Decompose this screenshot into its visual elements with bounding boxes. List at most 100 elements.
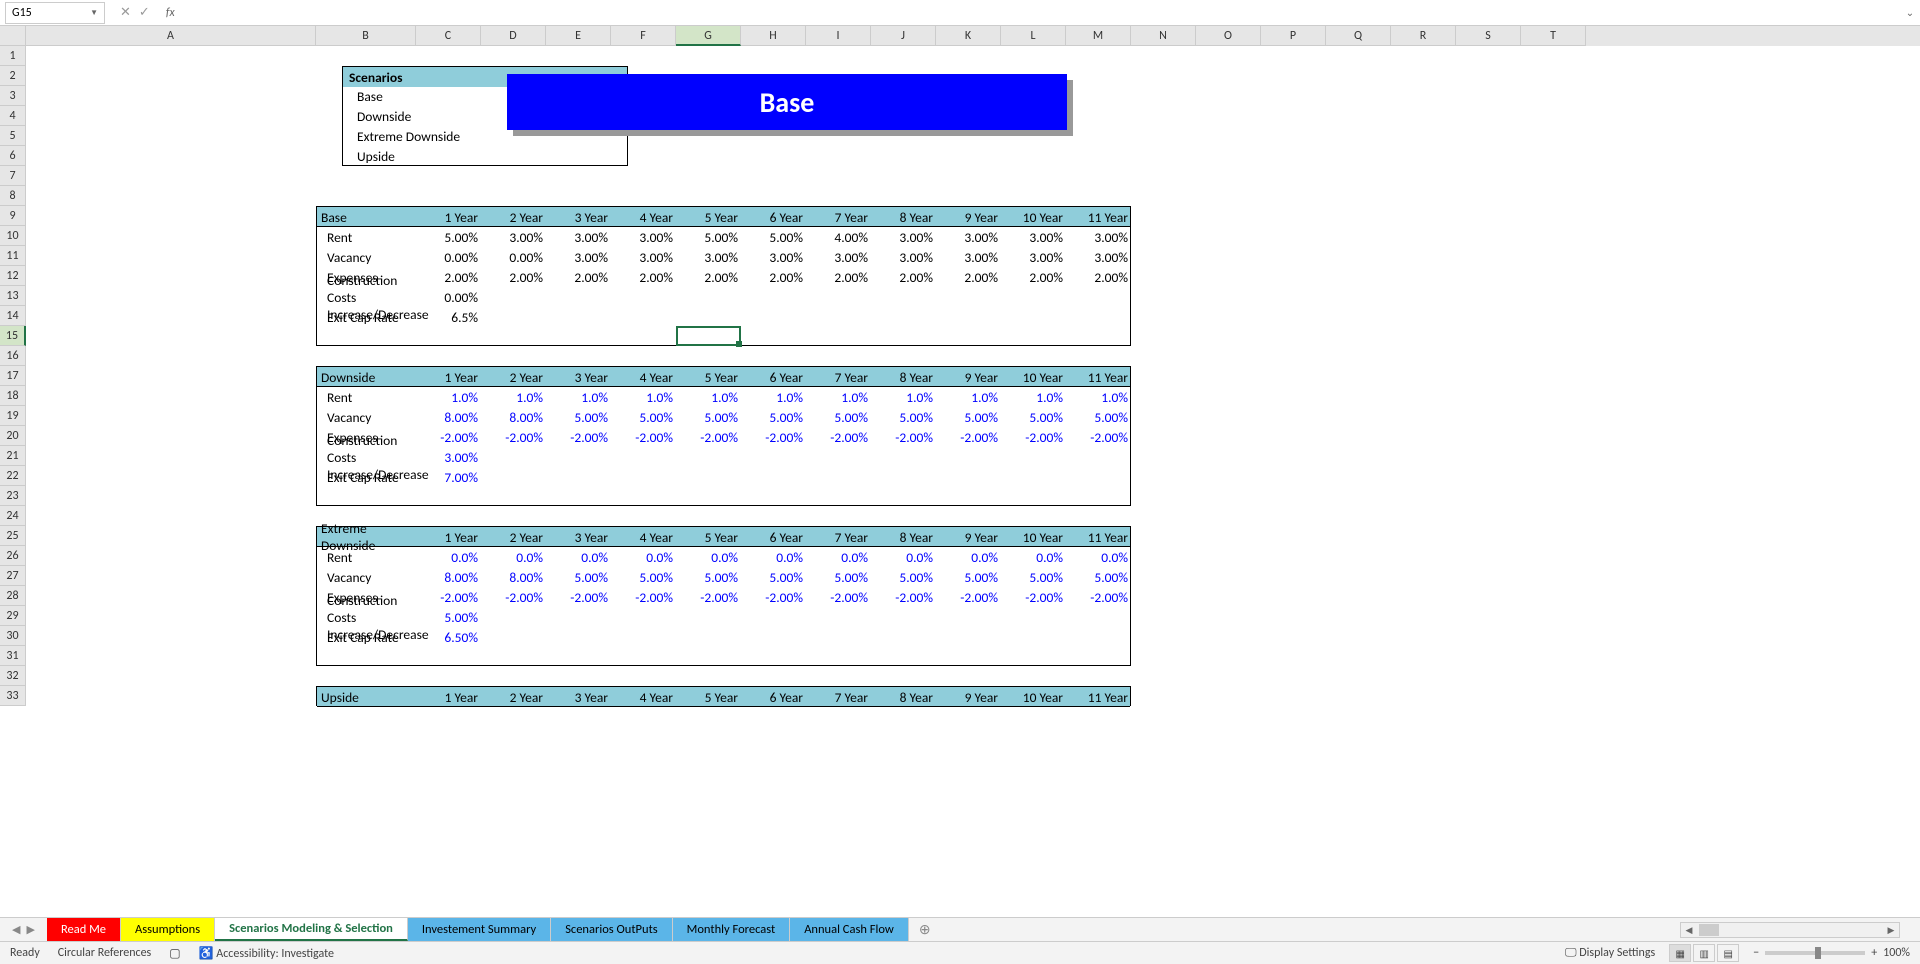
data-cell[interactable]: -2.00%	[482, 427, 547, 447]
data-cell[interactable]: 2.00%	[612, 267, 677, 287]
scroll-right-icon[interactable]: ▶	[1883, 925, 1899, 936]
horizontal-scrollbar[interactable]: ◀ ▶	[1680, 922, 1900, 938]
row-header-2[interactable]: 2	[0, 66, 26, 86]
row-header-28[interactable]: 28	[0, 586, 26, 606]
data-cell[interactable]: 3.00%	[482, 227, 547, 247]
row-header-13[interactable]: 13	[0, 286, 26, 306]
name-box[interactable]: G15 ▼	[5, 2, 105, 24]
row-header-20[interactable]: 20	[0, 426, 26, 446]
col-header-D[interactable]: D	[481, 26, 546, 46]
spreadsheet-grid[interactable]: ABCDEFGHIJKLMNOPQRST 1234567891011121314…	[0, 26, 1920, 926]
data-cell[interactable]: 5.00%	[417, 607, 482, 627]
row-header-11[interactable]: 11	[0, 246, 26, 266]
data-cell[interactable]: 2.00%	[807, 267, 872, 287]
data-cell[interactable]: 5.00%	[417, 227, 482, 247]
row-header-27[interactable]: 27	[0, 566, 26, 586]
col-header-G[interactable]: G	[676, 26, 741, 46]
data-cell[interactable]: 3.00%	[547, 247, 612, 267]
data-cell[interactable]: 5.00%	[1067, 567, 1132, 587]
data-cell[interactable]: -2.00%	[612, 587, 677, 607]
tab-next-icon[interactable]: ▶	[26, 923, 34, 936]
data-cell[interactable]: 1.0%	[1002, 387, 1067, 407]
data-cell[interactable]: 2.00%	[742, 267, 807, 287]
page-break-button[interactable]: ▤	[1717, 944, 1739, 962]
data-cell[interactable]: 5.00%	[1067, 407, 1132, 427]
data-cell[interactable]: 8.00%	[417, 407, 482, 427]
data-cell[interactable]: -2.00%	[547, 587, 612, 607]
dropdown-icon[interactable]: ▼	[90, 8, 98, 18]
record-macro-icon[interactable]: ▢	[169, 946, 180, 961]
data-cell[interactable]: 2.00%	[872, 267, 937, 287]
data-cell[interactable]: -2.00%	[482, 587, 547, 607]
row-header-23[interactable]: 23	[0, 486, 26, 506]
data-cell[interactable]: -2.00%	[547, 427, 612, 447]
data-cell[interactable]: 0.0%	[417, 547, 482, 567]
data-cell[interactable]: -2.00%	[807, 587, 872, 607]
data-cell[interactable]: 0.0%	[807, 547, 872, 567]
data-cell[interactable]: 3.00%	[547, 227, 612, 247]
data-cell[interactable]: 1.0%	[417, 387, 482, 407]
sheet-tab[interactable]: Assumptions	[121, 918, 215, 941]
data-cell[interactable]: 1.0%	[482, 387, 547, 407]
data-cell[interactable]: -2.00%	[1002, 587, 1067, 607]
sheet-tab[interactable]: Scenarios Modeling & Selection	[215, 918, 408, 941]
data-cell[interactable]: 0.0%	[872, 547, 937, 567]
row-header-21[interactable]: 21	[0, 446, 26, 466]
zoom-in-button[interactable]: +	[1871, 946, 1877, 960]
row-header-4[interactable]: 4	[0, 106, 26, 126]
data-cell[interactable]: 1.0%	[937, 387, 1002, 407]
col-header-F[interactable]: F	[611, 26, 676, 46]
col-header-O[interactable]: O	[1196, 26, 1261, 46]
data-cell[interactable]: 3.00%	[1002, 247, 1067, 267]
scroll-left-icon[interactable]: ◀	[1681, 925, 1697, 936]
sheet-tab[interactable]: Investement Summary	[408, 918, 551, 941]
data-cell[interactable]: 0.0%	[742, 547, 807, 567]
data-cell[interactable]: 7.00%	[417, 467, 482, 487]
row-header-3[interactable]: 3	[0, 86, 26, 106]
data-cell[interactable]: 3.00%	[1067, 247, 1132, 267]
data-cell[interactable]: 5.00%	[937, 407, 1002, 427]
row-header-5[interactable]: 5	[0, 126, 26, 146]
data-cell[interactable]: 3.00%	[612, 227, 677, 247]
sheet-tab[interactable]: Monthly Forecast	[673, 918, 791, 941]
row-header-8[interactable]: 8	[0, 186, 26, 206]
col-header-H[interactable]: H	[741, 26, 806, 46]
row-header-30[interactable]: 30	[0, 626, 26, 646]
row-header-33[interactable]: 33	[0, 686, 26, 706]
scroll-thumb[interactable]	[1699, 924, 1719, 936]
data-cell[interactable]: 3.00%	[807, 247, 872, 267]
row-header-6[interactable]: 6	[0, 146, 26, 166]
select-all-corner[interactable]	[0, 26, 26, 46]
zoom-out-button[interactable]: −	[1753, 946, 1759, 960]
data-cell[interactable]: 3.00%	[937, 247, 1002, 267]
data-cell[interactable]: -2.00%	[872, 427, 937, 447]
row-header-26[interactable]: 26	[0, 546, 26, 566]
data-cell[interactable]: 5.00%	[1002, 567, 1067, 587]
data-cell[interactable]: 5.00%	[612, 407, 677, 427]
row-header-22[interactable]: 22	[0, 466, 26, 486]
data-cell[interactable]: 3.00%	[612, 247, 677, 267]
data-cell[interactable]: 5.00%	[742, 227, 807, 247]
accept-icon[interactable]: ✓	[139, 5, 150, 20]
col-header-J[interactable]: J	[871, 26, 936, 46]
row-header-19[interactable]: 19	[0, 406, 26, 426]
col-header-S[interactable]: S	[1456, 26, 1521, 46]
row-header-24[interactable]: 24	[0, 506, 26, 526]
data-cell[interactable]: 0.0%	[612, 547, 677, 567]
data-cell[interactable]: 8.00%	[482, 567, 547, 587]
data-cell[interactable]: 5.00%	[937, 567, 1002, 587]
fx-icon[interactable]: fx	[166, 6, 175, 20]
data-cell[interactable]: 5.00%	[742, 567, 807, 587]
row-header-18[interactable]: 18	[0, 386, 26, 406]
data-cell[interactable]: 3.00%	[1002, 227, 1067, 247]
display-settings[interactable]: 🖵 Display Settings	[1565, 946, 1655, 960]
scenario-item[interactable]: Upside	[343, 147, 627, 167]
data-cell[interactable]: 3.00%	[937, 227, 1002, 247]
data-cell[interactable]: 5.00%	[807, 407, 872, 427]
data-cell[interactable]: 1.0%	[742, 387, 807, 407]
row-header-9[interactable]: 9	[0, 206, 26, 226]
col-header-L[interactable]: L	[1001, 26, 1066, 46]
col-header-R[interactable]: R	[1391, 26, 1456, 46]
data-cell[interactable]: 2.00%	[482, 267, 547, 287]
data-cell[interactable]: -2.00%	[937, 587, 1002, 607]
